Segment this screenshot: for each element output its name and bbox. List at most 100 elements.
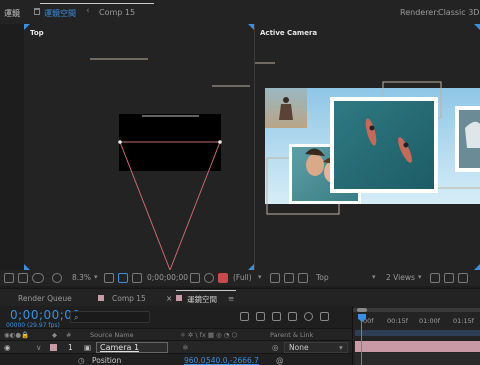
lock-icon[interactable] <box>34 8 40 15</box>
current-time-indicator-line <box>361 320 362 365</box>
ruler-label: 00:15f <box>387 317 409 325</box>
renderer-value[interactable]: Classic 3D <box>438 8 479 17</box>
renderer-label: Renderer: <box>400 8 440 17</box>
chevron-down-icon[interactable]: ▾ <box>372 273 376 281</box>
zoom-level[interactable]: 8.3% <box>72 273 91 282</box>
fast-previews-icon[interactable] <box>270 273 280 283</box>
active-camera-view-panel[interactable]: Active Camera <box>255 24 480 270</box>
view-layout-dropdown[interactable]: 2 Views <box>386 273 415 282</box>
tab-active-timeline[interactable]: 運鏡空間 <box>187 294 217 305</box>
3d-view-dropdown[interactable]: Top <box>316 273 329 282</box>
layer-duration-bar[interactable] <box>355 341 480 352</box>
expression-pick-whip-icon[interactable]: @ <box>276 356 284 365</box>
position-z-value[interactable]: -2666.7 <box>230 356 259 365</box>
draft-3d-icon[interactable] <box>430 273 440 283</box>
chevron-down-icon[interactable]: ▾ <box>418 273 422 281</box>
photo-person <box>403 142 409 148</box>
layer-number-header: # <box>66 331 72 339</box>
draft-3d-icon[interactable] <box>256 312 265 321</box>
comp-color-swatch <box>98 295 104 301</box>
flowchart-icon[interactable] <box>284 273 294 283</box>
layer-number: 1 <box>68 343 73 352</box>
eye-icon[interactable]: ◉ <box>4 343 11 352</box>
exposure-icon[interactable] <box>298 273 308 283</box>
breadcrumb-separator-icon: ‹ <box>86 6 90 16</box>
pick-whip-icon[interactable]: ◎ <box>272 343 279 352</box>
composition-viewer[interactable]: Top Active Camera <box>24 24 480 270</box>
chevron-down-icon[interactable]: ▾ <box>339 343 343 352</box>
top-view-panel[interactable]: Top <box>24 24 254 270</box>
camera-layer-icon: ▣ <box>84 343 92 352</box>
chevron-down-icon[interactable]: ▾ <box>94 273 98 281</box>
property-row-position[interactable]: ◷ Position 960.0, 540.0, -2666.7 @ <box>0 353 352 365</box>
expand-chevron-icon[interactable]: ∨ <box>36 343 42 352</box>
tab-active-composition[interactable]: 運鏡空間 <box>44 8 76 19</box>
time-navigator-handle[interactable] <box>357 308 367 312</box>
grid-icon[interactable] <box>104 273 114 283</box>
layer-name[interactable]: Camera 1 <box>100 343 139 352</box>
3d-glasses-icon[interactable] <box>52 273 62 283</box>
active-tab-underline <box>176 290 236 291</box>
after-effects-window: 運鏡 運鏡空間 ‹ Comp 15 Renderer: Classic 3D T… <box>0 0 480 365</box>
reset-exposure-icon[interactable] <box>444 273 454 283</box>
layer-search-input[interactable]: ⌕ <box>70 311 150 323</box>
close-icon[interactable]: × <box>166 294 172 303</box>
av-features-header-icon[interactable]: ◉◐●🔒 <box>4 331 29 339</box>
panel-menu-icon[interactable]: ≡ <box>228 294 234 303</box>
time-navigator-bar[interactable] <box>353 308 480 312</box>
top-view-scene <box>90 58 250 270</box>
tab-comp-15[interactable]: Comp 15 <box>112 294 146 303</box>
region-of-interest-icon[interactable] <box>118 273 128 283</box>
switches-header-icons[interactable]: ⚛ ✲ \ fx ▦ ◎ ◔ ⬡ <box>180 331 237 339</box>
work-area-bar[interactable] <box>355 330 480 336</box>
composition-mini-flowchart-icon[interactable] <box>240 312 249 321</box>
panel-title: 運鏡 <box>4 9 20 18</box>
layer-label-color[interactable] <box>50 344 57 351</box>
parent-link-header[interactable]: Parent & Link <box>270 331 313 339</box>
active-tab-underline <box>40 3 154 4</box>
resolution-dropdown[interactable]: (Full) <box>233 273 252 282</box>
photo-figure <box>279 104 293 120</box>
graph-editor-icon[interactable] <box>320 312 329 321</box>
mask-visibility-icon[interactable] <box>32 273 44 283</box>
property-track[interactable] <box>355 353 480 365</box>
parent-dropdown[interactable]: None ▾ <box>284 342 348 353</box>
always-preview-icon[interactable] <box>4 273 14 283</box>
chevron-down-icon[interactable]: ▾ <box>258 273 262 281</box>
tab-render-queue[interactable]: Render Queue <box>18 294 72 303</box>
breadcrumb-comp-15[interactable]: Comp 15 <box>99 8 135 17</box>
column-headers: ◉◐●🔒 ◆ # Source Name ⚛ ✲ \ fx ▦ ◎ ◔ ⬡ Pa… <box>0 328 352 340</box>
paddleboard-photo <box>334 101 434 189</box>
layer-name-field[interactable]: Camera 1 <box>96 342 168 353</box>
layer-row-camera[interactable]: ◉ ∨ 1 ▣ Camera 1 ⚛ ◎ None ▾ <box>0 340 352 353</box>
camera-scene <box>255 62 480 215</box>
channel-color-icon[interactable] <box>218 273 228 283</box>
show-snapshot-icon[interactable] <box>204 273 214 283</box>
property-name: Position <box>92 356 122 365</box>
timeline-graph-pane[interactable]: 00f 00:15f 01:00f 01:15f <box>352 306 480 365</box>
ruler-label: 01:15f <box>453 317 475 325</box>
parent-dropdown-value: None <box>289 343 309 352</box>
label-header-icon[interactable]: ◆ <box>52 331 57 339</box>
exposure-value-icon[interactable] <box>458 273 468 283</box>
frustum-handle[interactable] <box>218 140 222 144</box>
frustum-handle[interactable] <box>118 140 122 144</box>
source-name-header[interactable]: Source Name <box>90 331 134 339</box>
stopwatch-icon[interactable]: ◷ <box>78 356 85 365</box>
photo-face <box>306 154 324 176</box>
viewer-toolbar: 8.3% ▾ 0;00;00;00 (Full) ▾ Top ▾ 2 Views… <box>0 270 480 286</box>
monitor-icon[interactable] <box>18 273 28 283</box>
position-y-value[interactable]: 540.0, <box>206 356 230 365</box>
composition-tab-bar: 運鏡 運鏡空間 ‹ Comp 15 Renderer: Classic 3D <box>0 0 480 24</box>
viewer-timecode[interactable]: 0;00;00;00 <box>147 273 188 282</box>
camera-snapshot-icon[interactable] <box>190 273 200 283</box>
ruler-label: 01:00f <box>419 317 441 325</box>
shy-switch-icon[interactable]: ⚛ <box>182 343 189 352</box>
motion-blur-icon[interactable] <box>304 312 313 321</box>
shy-layers-icon[interactable] <box>272 312 281 321</box>
timeline-layers-pane: 0;00;00;00 00000 (29.97 fps) ⌕ ◉◐●🔒 ◆ # … <box>0 306 352 365</box>
photo-figure <box>283 97 289 103</box>
frame-blending-icon[interactable] <box>288 312 297 321</box>
transparency-grid-icon[interactable] <box>132 273 142 283</box>
position-x-value[interactable]: 960.0, <box>184 356 208 365</box>
